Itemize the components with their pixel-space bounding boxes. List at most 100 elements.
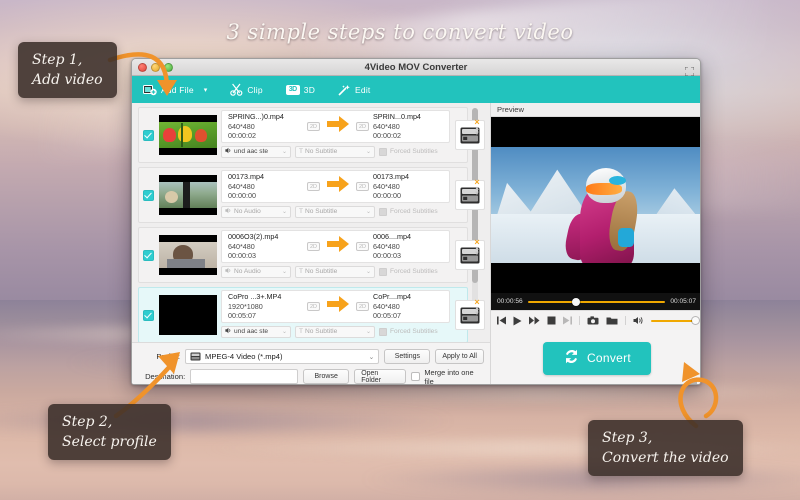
table-row[interactable]: 00173.mp4640*48000:00:002D2D00173.mp4640… xyxy=(138,167,468,223)
browse-button[interactable]: Browse xyxy=(303,369,349,384)
chevron-down-icon[interactable]: ▾ xyxy=(204,86,208,94)
subtitle-select[interactable]: TNo Subtitle⌄ xyxy=(295,326,375,338)
open-folder-icon[interactable] xyxy=(606,316,618,325)
table-row[interactable]: CoPro ...3+.MP41920*108000:05:072D2DCoPr… xyxy=(138,287,468,342)
row-tools[interactable]: ×▲▼ xyxy=(470,238,484,257)
video-thumbnail[interactable] xyxy=(159,295,217,335)
window-resize-grip[interactable] xyxy=(688,373,698,383)
audio-track-value: No Audio xyxy=(234,268,261,275)
close-window-button[interactable] xyxy=(138,63,147,72)
minimize-window-button[interactable] xyxy=(151,63,160,72)
toolbar-3d-label: 3D xyxy=(304,85,315,95)
target-meta: 0006....mp4640*48000:00:03 xyxy=(369,232,449,261)
right-column: Preview 00:0 xyxy=(490,103,701,385)
forced-subtitles-checkbox[interactable]: Forced Subtitles xyxy=(379,148,438,156)
profile-format-icon xyxy=(190,348,201,366)
preview-progress-knob[interactable] xyxy=(572,298,580,306)
forced-subtitles-box[interactable] xyxy=(379,148,387,156)
window-traffic-lights[interactable] xyxy=(138,63,173,72)
callout-step-2: Step 2, Select profile xyxy=(48,404,171,460)
audio-track-select[interactable]: und aac ste⌄ xyxy=(221,326,291,338)
table-row[interactable]: SPRING...)0.mp4640*48000:00:022D2DSPRIN.… xyxy=(138,107,468,163)
open-folder-button[interactable]: Open Folder xyxy=(354,369,406,384)
merge-checkbox-box[interactable] xyxy=(411,372,420,381)
toolbar-edit[interactable]: Edit xyxy=(324,76,379,103)
subtitle-select[interactable]: TNo Subtitle⌄ xyxy=(295,266,375,278)
next-icon[interactable] xyxy=(563,316,572,325)
fullscreen-icon[interactable] xyxy=(685,63,694,72)
audio-track-select[interactable]: No Audio⌄ xyxy=(221,266,291,278)
row-tools[interactable]: ×▲▼ xyxy=(470,178,484,197)
profile-select[interactable]: MPEG-4 Video (*.mp4) ⌄ xyxy=(185,349,379,364)
forced-subtitles-box[interactable] xyxy=(379,328,387,336)
volume-slider-knob[interactable] xyxy=(692,317,699,324)
snow-streak xyxy=(240,384,800,400)
video-thumbnail[interactable] xyxy=(159,175,217,215)
convert-button[interactable]: Convert xyxy=(543,342,651,375)
subtitle-value: No Subtitle xyxy=(305,328,337,335)
forced-subtitles-checkbox[interactable]: Forced Subtitles xyxy=(379,328,438,336)
forced-subtitles-box[interactable] xyxy=(379,268,387,276)
destination-input[interactable] xyxy=(190,369,298,384)
previous-icon[interactable] xyxy=(497,316,506,325)
forced-subtitles-checkbox[interactable]: Forced Subtitles xyxy=(379,208,438,216)
row-checkbox[interactable] xyxy=(143,310,154,321)
chevron-down-icon: ⌄ xyxy=(366,268,371,275)
bottom-settings-panel: Profile: MPEG-4 Video (*.mp4) ⌄ Setti xyxy=(132,342,490,385)
row-checkbox[interactable] xyxy=(143,130,154,141)
target-filename: 00173.mp4 xyxy=(373,172,449,182)
profile-value: MPEG-4 Video (*.mp4) xyxy=(205,352,283,361)
audio-track-select[interactable]: No Audio⌄ xyxy=(221,206,291,218)
speaker-icon xyxy=(225,207,232,216)
chevron-down-icon[interactable]: ⌄ xyxy=(368,353,374,361)
preview-progress-track[interactable] xyxy=(528,301,666,303)
move-down-icon[interactable]: ▼ xyxy=(470,312,484,317)
subtitle-select[interactable]: TNo Subtitle⌄ xyxy=(295,206,375,218)
forced-subtitles-checkbox[interactable]: Forced Subtitles xyxy=(379,268,438,276)
video-thumbnail[interactable] xyxy=(159,115,217,155)
left-column: SPRING...)0.mp4640*48000:00:022D2DSPRIN.… xyxy=(132,103,490,385)
video-thumbnail[interactable] xyxy=(159,235,217,275)
source-filename: 00173.mp4 xyxy=(228,172,307,182)
source-meta: 0006O3(2).mp4640*48000:00:03 xyxy=(222,232,307,261)
subtitle-t-icon: T xyxy=(299,328,303,335)
row-tools[interactable]: ×▲▼ xyxy=(470,118,484,137)
zoom-window-button[interactable] xyxy=(164,63,173,72)
snapshot-icon[interactable] xyxy=(587,316,599,325)
destination-label: Destination: xyxy=(138,372,185,381)
scissors-icon xyxy=(230,83,243,96)
settings-button[interactable]: Settings xyxy=(384,349,430,364)
row-tools[interactable]: ×▲▼ xyxy=(470,298,484,317)
convert-area: Convert xyxy=(491,330,701,385)
toolbar-add-file[interactable]: Add File ▾ xyxy=(141,76,216,103)
forced-subtitles-label: Forced Subtitles xyxy=(390,268,438,275)
move-down-icon[interactable]: ▼ xyxy=(470,192,484,197)
target-2d-badge: 2D xyxy=(356,242,369,251)
source-meta: 00173.mp4640*48000:00:00 xyxy=(222,172,307,201)
audio-track-value: und aac ste xyxy=(234,328,268,335)
stop-icon[interactable] xyxy=(547,316,556,325)
fast-forward-icon[interactable] xyxy=(529,316,540,325)
source-resolution: 640*480 xyxy=(228,122,307,132)
volume-slider[interactable] xyxy=(651,320,696,322)
table-row[interactable]: 0006O3(2).mp4640*48000:00:032D2D0006....… xyxy=(138,227,468,283)
row-checkbox[interactable] xyxy=(143,250,154,261)
preview-total-time: 00:05:07 xyxy=(670,298,696,305)
preview-header: Preview xyxy=(491,103,701,117)
merge-into-one-file-checkbox[interactable]: Merge into one file xyxy=(411,368,484,386)
source-resolution: 1920*1080 xyxy=(228,302,307,312)
move-down-icon[interactable]: ▼ xyxy=(470,132,484,137)
forced-subtitles-box[interactable] xyxy=(379,208,387,216)
subtitle-select[interactable]: TNo Subtitle⌄ xyxy=(295,146,375,158)
audio-track-select[interactable]: und aac ste⌄ xyxy=(221,146,291,158)
move-down-icon[interactable]: ▼ xyxy=(470,252,484,257)
row-checkbox[interactable] xyxy=(143,190,154,201)
apply-to-all-button[interactable]: Apply to All xyxy=(435,349,484,364)
file-list[interactable]: SPRING...)0.mp4640*48000:00:022D2DSPRIN.… xyxy=(132,103,490,342)
volume-icon[interactable] xyxy=(633,316,644,325)
preview-seek-bar[interactable]: 00:00:56 00:05:07 xyxy=(491,293,701,310)
play-icon[interactable] xyxy=(513,316,522,326)
toolbar-clip[interactable]: Clip xyxy=(216,76,271,103)
preview-stage[interactable] xyxy=(491,117,701,293)
toolbar-3d[interactable]: 3D 3D xyxy=(272,76,324,103)
